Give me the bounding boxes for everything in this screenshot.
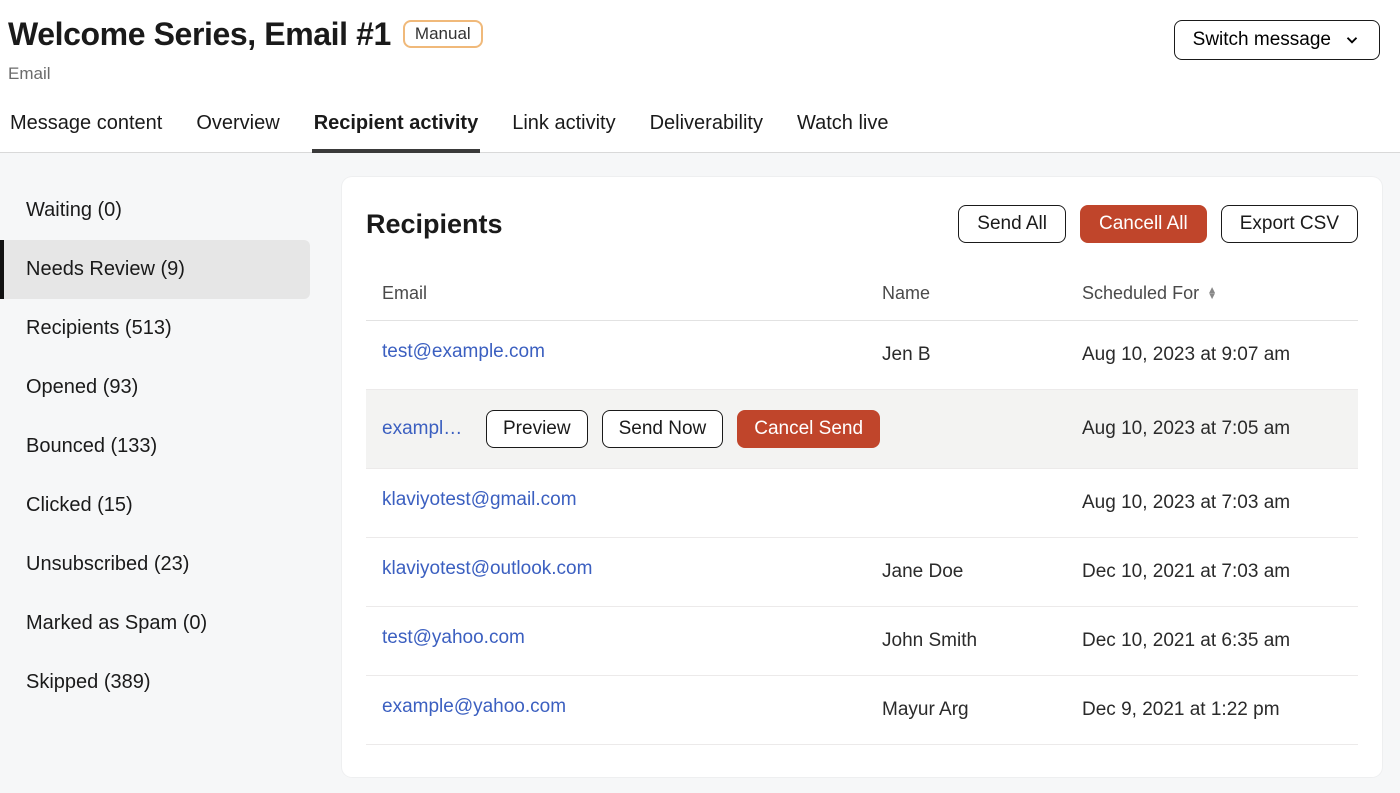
status-badge: Manual	[403, 20, 483, 48]
card-title: Recipients	[366, 209, 503, 240]
send-now-button[interactable]: Send Now	[602, 410, 724, 448]
recipient-email-link[interactable]: test@example.com	[382, 341, 545, 363]
col-email[interactable]: Email	[382, 283, 882, 304]
sidebar-item[interactable]: Recipients (513)	[0, 299, 328, 358]
chevron-down-icon	[1343, 31, 1361, 49]
tab-deliverability[interactable]: Deliverability	[648, 102, 765, 152]
scheduled-for: Aug 10, 2023 at 7:05 am	[1082, 418, 1342, 440]
export-csv-button[interactable]: Export CSV	[1221, 205, 1358, 243]
table-row: test@example.com Jen BAug 10, 2023 at 9:0…	[366, 321, 1358, 390]
tab-watch-live[interactable]: Watch live	[795, 102, 891, 152]
scheduled-for: Dec 10, 2021 at 7:03 am	[1082, 561, 1342, 583]
table-row: klaviyotest@outlook.com Jane DoeDec 10, 2…	[366, 538, 1358, 607]
recipient-email-link[interactable]: example@yahoo.com	[382, 696, 566, 718]
sidebar-item[interactable]: Unsubscribed (23)	[0, 535, 328, 594]
col-name[interactable]: Name	[882, 283, 1082, 304]
table-row: example… Preview Send Now Cancel Send Aug 10…	[366, 390, 1358, 469]
col-scheduled[interactable]: Scheduled For ▲▼	[1082, 283, 1342, 304]
sort-icon: ▲▼	[1207, 288, 1217, 300]
send-all-button[interactable]: Send All	[958, 205, 1066, 243]
recipient-email-link[interactable]: test@yahoo.com	[382, 627, 525, 649]
col-scheduled-label: Scheduled For	[1082, 283, 1199, 304]
sidebar-item[interactable]: Skipped (389)	[0, 653, 328, 712]
switch-message-label: Switch message	[1193, 29, 1331, 51]
cancel-all-button[interactable]: Cancell All	[1080, 205, 1207, 243]
sidebar-item[interactable]: Opened (93)	[0, 358, 328, 417]
table-row: example@yahoo.com Mayur ArgDec 9, 2021 at…	[366, 676, 1358, 745]
cancel-send-button[interactable]: Cancel Send	[737, 410, 880, 448]
recipient-name: Jen B	[882, 344, 1082, 366]
sidebar-item[interactable]: Clicked (15)	[0, 476, 328, 535]
tab-overview[interactable]: Overview	[194, 102, 281, 152]
scheduled-for: Aug 10, 2023 at 9:07 am	[1082, 344, 1342, 366]
scheduled-for: Aug 10, 2023 at 7:03 am	[1082, 492, 1342, 514]
page-title: Welcome Series, Email #1	[8, 16, 391, 53]
table-row: test@yahoo.com John SmithDec 10, 2021 at …	[366, 607, 1358, 676]
sidebar-item[interactable]: Marked as Spam (0)	[0, 594, 328, 653]
sidebar: Waiting (0)Needs Review (9)Recipients (5…	[0, 153, 328, 793]
switch-message-button[interactable]: Switch message	[1174, 20, 1380, 60]
recipients-table: Email Name Scheduled For ▲▼ test@example…	[366, 283, 1358, 745]
tabs: Message content Overview Recipient activit…	[0, 102, 1400, 153]
table-row: klaviyotest@gmail.com Aug 10, 2023 at 7:0…	[366, 469, 1358, 538]
recipient-email-link[interactable]: example…	[382, 418, 472, 440]
sidebar-item[interactable]: Bounced (133)	[0, 417, 328, 476]
page-header: Welcome Series, Email #1 Manual Switch m…	[0, 0, 1400, 84]
recipient-name: John Smith	[882, 630, 1082, 652]
recipient-email-link[interactable]: klaviyotest@outlook.com	[382, 558, 592, 580]
scheduled-for: Dec 10, 2021 at 6:35 am	[1082, 630, 1342, 652]
preview-button[interactable]: Preview	[486, 410, 588, 448]
sidebar-item[interactable]: Waiting (0)	[0, 181, 328, 240]
recipients-card: Recipients Send All Cancell All Export C…	[342, 177, 1382, 777]
page-subtitle: Email	[8, 64, 1392, 84]
recipient-name: Mayur Arg	[882, 699, 1082, 721]
recipient-name: Jane Doe	[882, 561, 1082, 583]
tab-recipient-activity[interactable]: Recipient activity	[312, 102, 481, 153]
sidebar-item[interactable]: Needs Review (9)	[0, 240, 310, 299]
scheduled-for: Dec 9, 2021 at 1:22 pm	[1082, 699, 1342, 721]
tab-link-activity[interactable]: Link activity	[510, 102, 617, 152]
tab-message-content[interactable]: Message content	[8, 102, 164, 152]
recipient-email-link[interactable]: klaviyotest@gmail.com	[382, 489, 577, 511]
table-header: Email Name Scheduled For ▲▼	[366, 283, 1358, 321]
